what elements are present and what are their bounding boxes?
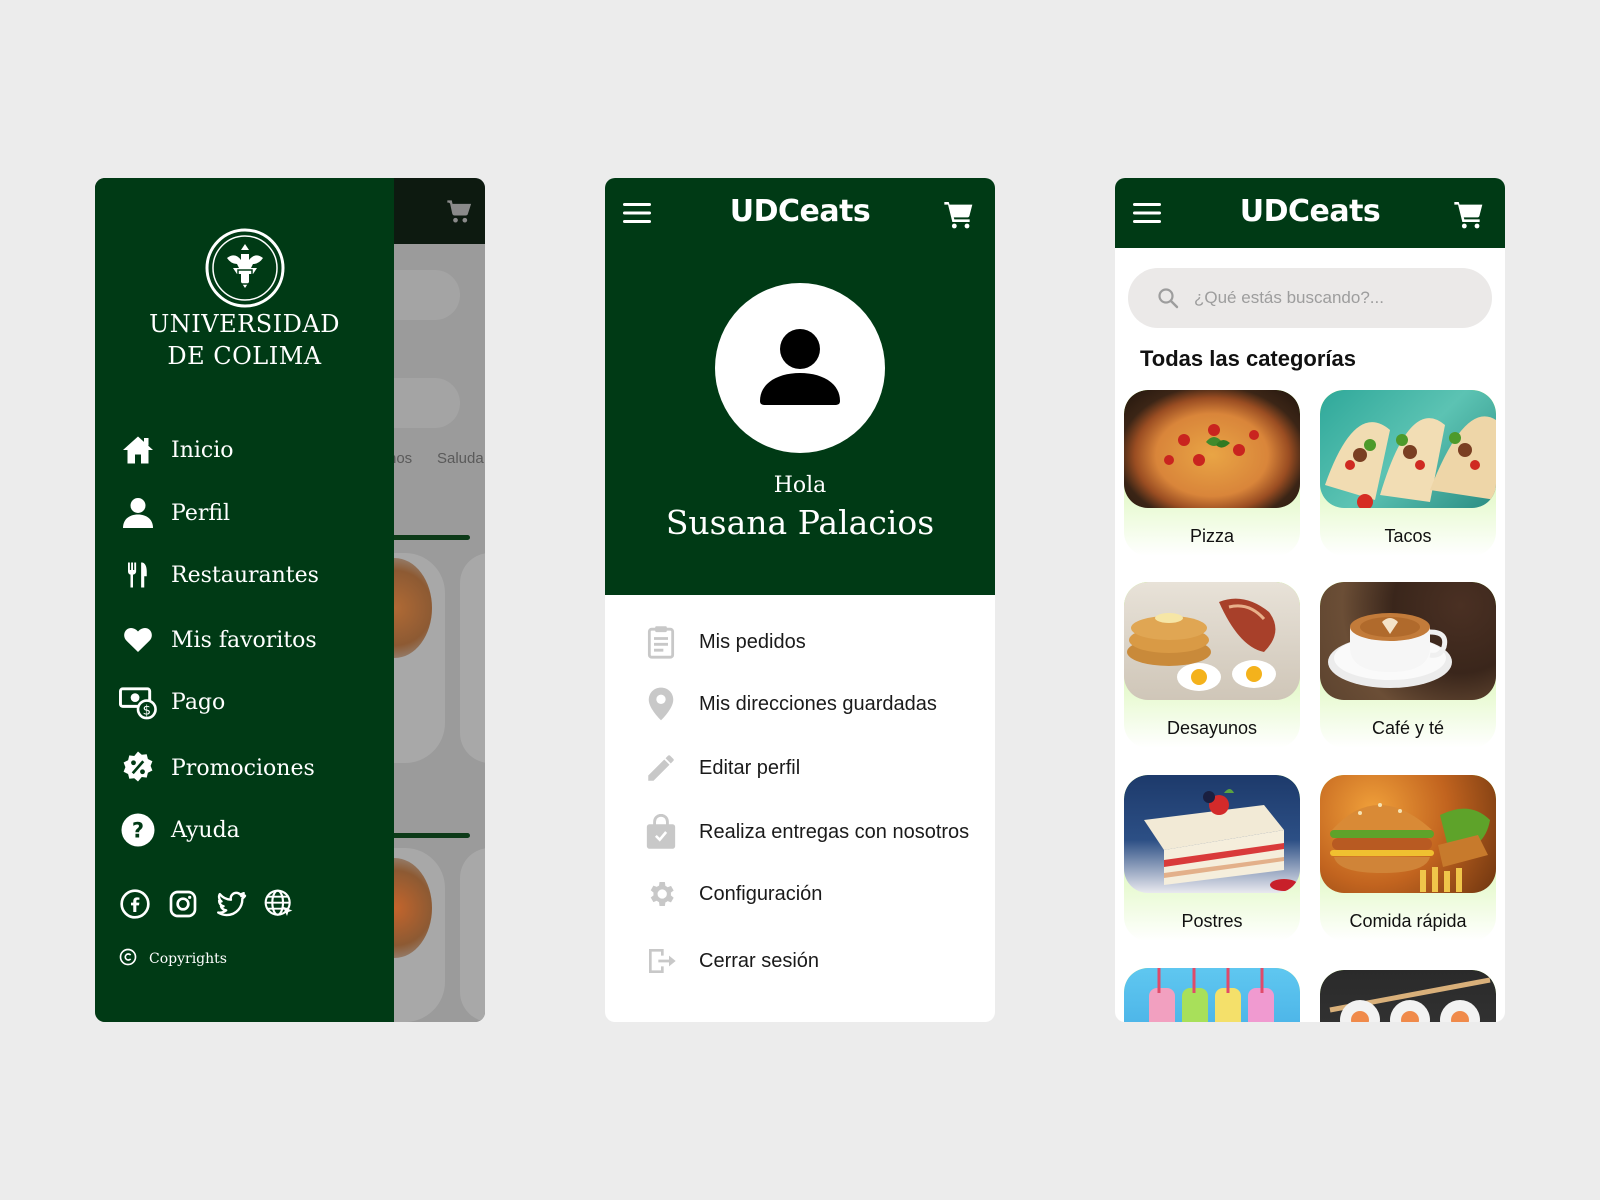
drawer-item-ayuda[interactable]: ? Ayuda [119,810,240,850]
dimmed-card [460,553,485,763]
heart-icon [119,621,157,659]
option-direcciones[interactable]: Mis direcciones guardadas [643,684,937,724]
category-label: Tacos [1384,526,1432,546]
gear-icon [643,874,679,914]
drinks-image [1124,968,1300,1022]
greeting: Hola [773,473,827,498]
drawer-screen: nos Saluda UNIVERSIDAD DE COLIMA Inicio … [95,178,485,1022]
category-label: Postres [1181,911,1243,931]
category-card-desayunos[interactable]: Desayunos [1124,582,1300,748]
category-card-postres[interactable]: Postres [1124,775,1300,941]
category-card-tacos[interactable]: Tacos [1320,390,1496,556]
copyright-text: Copyrights [149,950,227,967]
navigation-drawer: UNIVERSIDAD DE COLIMA Inicio Perfil Rest… [95,178,394,1022]
cart-icon[interactable] [1453,198,1485,230]
cart-icon [447,200,472,223]
app-header: UDCeats [1115,178,1505,248]
burger-image [1320,775,1496,893]
cart-icon[interactable] [943,198,975,230]
utensils-icon [119,556,157,594]
clipboard-icon [643,622,679,662]
home-icon [119,431,157,469]
web-icon[interactable] [263,888,295,920]
copyright: Copyrights [119,948,227,969]
category-card-comida-rapida[interactable]: Comida rápida [1320,775,1496,941]
tacos-image [1320,390,1496,508]
location-pin-icon [643,684,679,724]
search-input[interactable]: ¿Qué estás buscando?... [1194,288,1384,308]
category-card-cafe-te[interactable]: Café y té [1320,582,1496,748]
avatar[interactable] [715,283,885,453]
drawer-item-label: Perfil [171,500,231,526]
category-card-partial[interactable] [1124,968,1300,1022]
drawer-item-label: Ayuda [171,817,240,843]
svg-text:$: $ [143,703,151,718]
option-realiza-entregas[interactable]: Realiza entregas con nosotros [643,812,969,852]
drawer-item-restaurantes[interactable]: Restaurantes [119,555,319,595]
drawer-item-pago[interactable]: $ Pago [119,682,225,722]
shopping-bag-icon [643,812,679,852]
drawer-item-label: Mis favoritos [171,627,317,653]
profile-screen: UDCeats Hola Susana Palacios Mis pedidos… [605,178,995,1022]
breakfast-image [1124,582,1300,700]
university-name-line1: UNIVERSIDAD [149,310,340,338]
user-name: Susana Palacios [665,503,935,542]
category-card-pizza[interactable]: Pizza [1124,390,1300,556]
dimmed-chip: Saluda [437,450,484,467]
option-label: Editar perfil [699,756,801,779]
profile-header: UDCeats Hola Susana Palacios [605,178,995,595]
option-label: Mis direcciones guardadas [699,692,937,715]
option-configuracion[interactable]: Configuración [643,874,822,914]
category-label: Comida rápida [1349,911,1467,931]
category-label: Desayunos [1166,718,1258,738]
twitter-icon[interactable] [215,888,247,920]
discount-icon [119,749,157,787]
dessert-image [1124,775,1300,893]
option-cerrar-sesion[interactable]: Cerrar sesión [643,941,819,981]
drawer-item-favoritos[interactable]: Mis favoritos [119,620,317,660]
option-label: Configuración [699,882,823,905]
pencil-icon [643,748,679,788]
coffee-image [1320,582,1496,700]
categories-screen: UDCeats ¿Qué estás buscando?... Todas la… [1115,178,1505,1022]
category-label: Café y té [1371,718,1445,738]
user-icon [119,494,157,532]
dimmed-card [460,848,485,1022]
money-icon: $ [119,683,157,721]
section-title: Todas las categorías [1140,346,1357,371]
sushi-image [1320,970,1496,1022]
help-icon: ? [119,811,157,849]
app-title: UDCeats [1239,194,1381,229]
drawer-item-perfil[interactable]: Perfil [119,493,230,533]
drawer-item-label: Pago [171,689,226,715]
option-mis-pedidos[interactable]: Mis pedidos [643,622,806,662]
pizza-image [1124,390,1300,508]
drawer-item-promociones[interactable]: Promociones [119,748,315,788]
university-seal-logo [205,228,285,308]
drawer-item-label: Inicio [171,437,234,463]
option-label: Mis pedidos [699,630,806,653]
category-card-partial[interactable] [1320,970,1496,1022]
category-label: Pizza [1189,526,1234,546]
app-title: UDCeats [729,194,871,229]
search-icon [1158,288,1179,309]
option-label: Cerrar sesión [699,949,820,972]
option-label: Realiza entregas con nosotros [699,820,970,843]
user-avatar-icon [760,329,840,405]
drawer-item-label: Restaurantes [171,562,319,588]
instagram-icon[interactable] [167,888,199,920]
drawer-item-inicio[interactable]: Inicio [119,430,234,470]
drawer-item-label: Promociones [171,755,315,781]
logout-icon [643,941,679,981]
facebook-icon[interactable] [119,888,151,920]
search-bar[interactable]: ¿Qué estás buscando?... [1128,268,1492,328]
option-editar-perfil[interactable]: Editar perfil [643,748,800,788]
university-name-line2: DE COLIMA [167,342,322,370]
copyright-icon [119,948,137,969]
svg-text:?: ? [132,819,144,843]
